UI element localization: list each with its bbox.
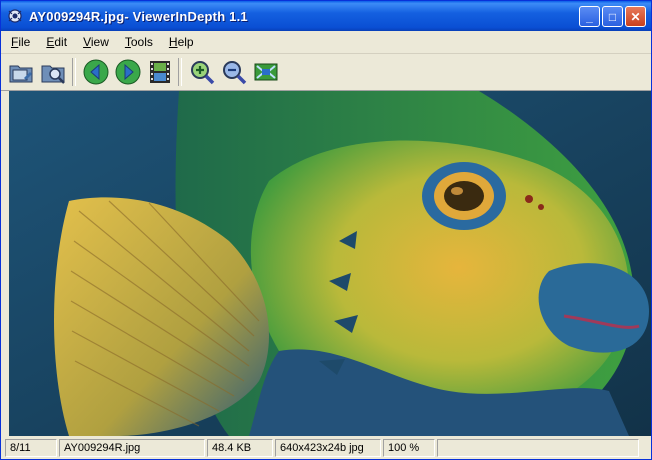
maximize-icon: □: [608, 9, 617, 24]
browse-button[interactable]: [39, 57, 69, 87]
minimize-icon: _: [586, 9, 593, 24]
close-button[interactable]: ✕: [625, 6, 646, 27]
next-arrow-icon: [115, 59, 141, 85]
status-dimensions: 640x423x24b jpg: [275, 439, 381, 457]
zoom-in-button[interactable]: [187, 57, 217, 87]
toolbar-separator: [72, 58, 76, 86]
zoom-out-button[interactable]: [219, 57, 249, 87]
close-icon: ✕: [630, 9, 641, 24]
status-zoom: 100 %: [383, 439, 435, 457]
status-empty-panel: [437, 439, 639, 457]
title-bar[interactable]: AY009294R.jpg- ViewerInDepth 1.1 _ □ ✕: [1, 1, 651, 31]
fish-photo-image[interactable]: [9, 91, 651, 436]
open-button[interactable]: [7, 57, 37, 87]
window-title: AY009294R.jpg- ViewerInDepth 1.1: [29, 8, 248, 24]
minimize-button[interactable]: _: [579, 6, 600, 27]
slideshow-film-icon: [150, 61, 170, 83]
zoom-in-icon: [191, 61, 215, 85]
image-viewport[interactable]: [9, 91, 651, 436]
menu-tools[interactable]: Tools: [119, 35, 159, 49]
slideshow-button[interactable]: [145, 57, 175, 87]
status-filesize: 48.4 KB: [207, 439, 273, 457]
toolbar-separator: [178, 58, 182, 86]
status-bar: 8/11 AY009294R.jpg 48.4 KB 640x423x24b j…: [1, 437, 651, 459]
previous-arrow-icon: [83, 59, 109, 85]
app-window: AY009294R.jpg- ViewerInDepth 1.1 _ □ ✕ F…: [0, 0, 652, 460]
open-folder-icon: [9, 65, 33, 83]
maximize-button[interactable]: □: [602, 6, 623, 27]
menu-view[interactable]: View: [77, 35, 115, 49]
app-icon[interactable]: [7, 8, 23, 24]
fit-to-window-icon: [254, 63, 278, 81]
menu-help[interactable]: Help: [163, 35, 200, 49]
status-filename: AY009294R.jpg: [59, 439, 205, 457]
browse-folder-icon: [41, 65, 65, 84]
zoom-out-icon: [223, 61, 247, 85]
menu-bar: File Edit View Tools Help: [1, 31, 651, 54]
fit-window-button[interactable]: [251, 57, 281, 87]
previous-button[interactable]: [81, 57, 111, 87]
toolbar: [1, 54, 651, 91]
status-image-index: 8/11: [5, 439, 57, 457]
next-button[interactable]: [113, 57, 143, 87]
menu-edit[interactable]: Edit: [40, 35, 73, 49]
menu-file[interactable]: File: [5, 35, 36, 49]
